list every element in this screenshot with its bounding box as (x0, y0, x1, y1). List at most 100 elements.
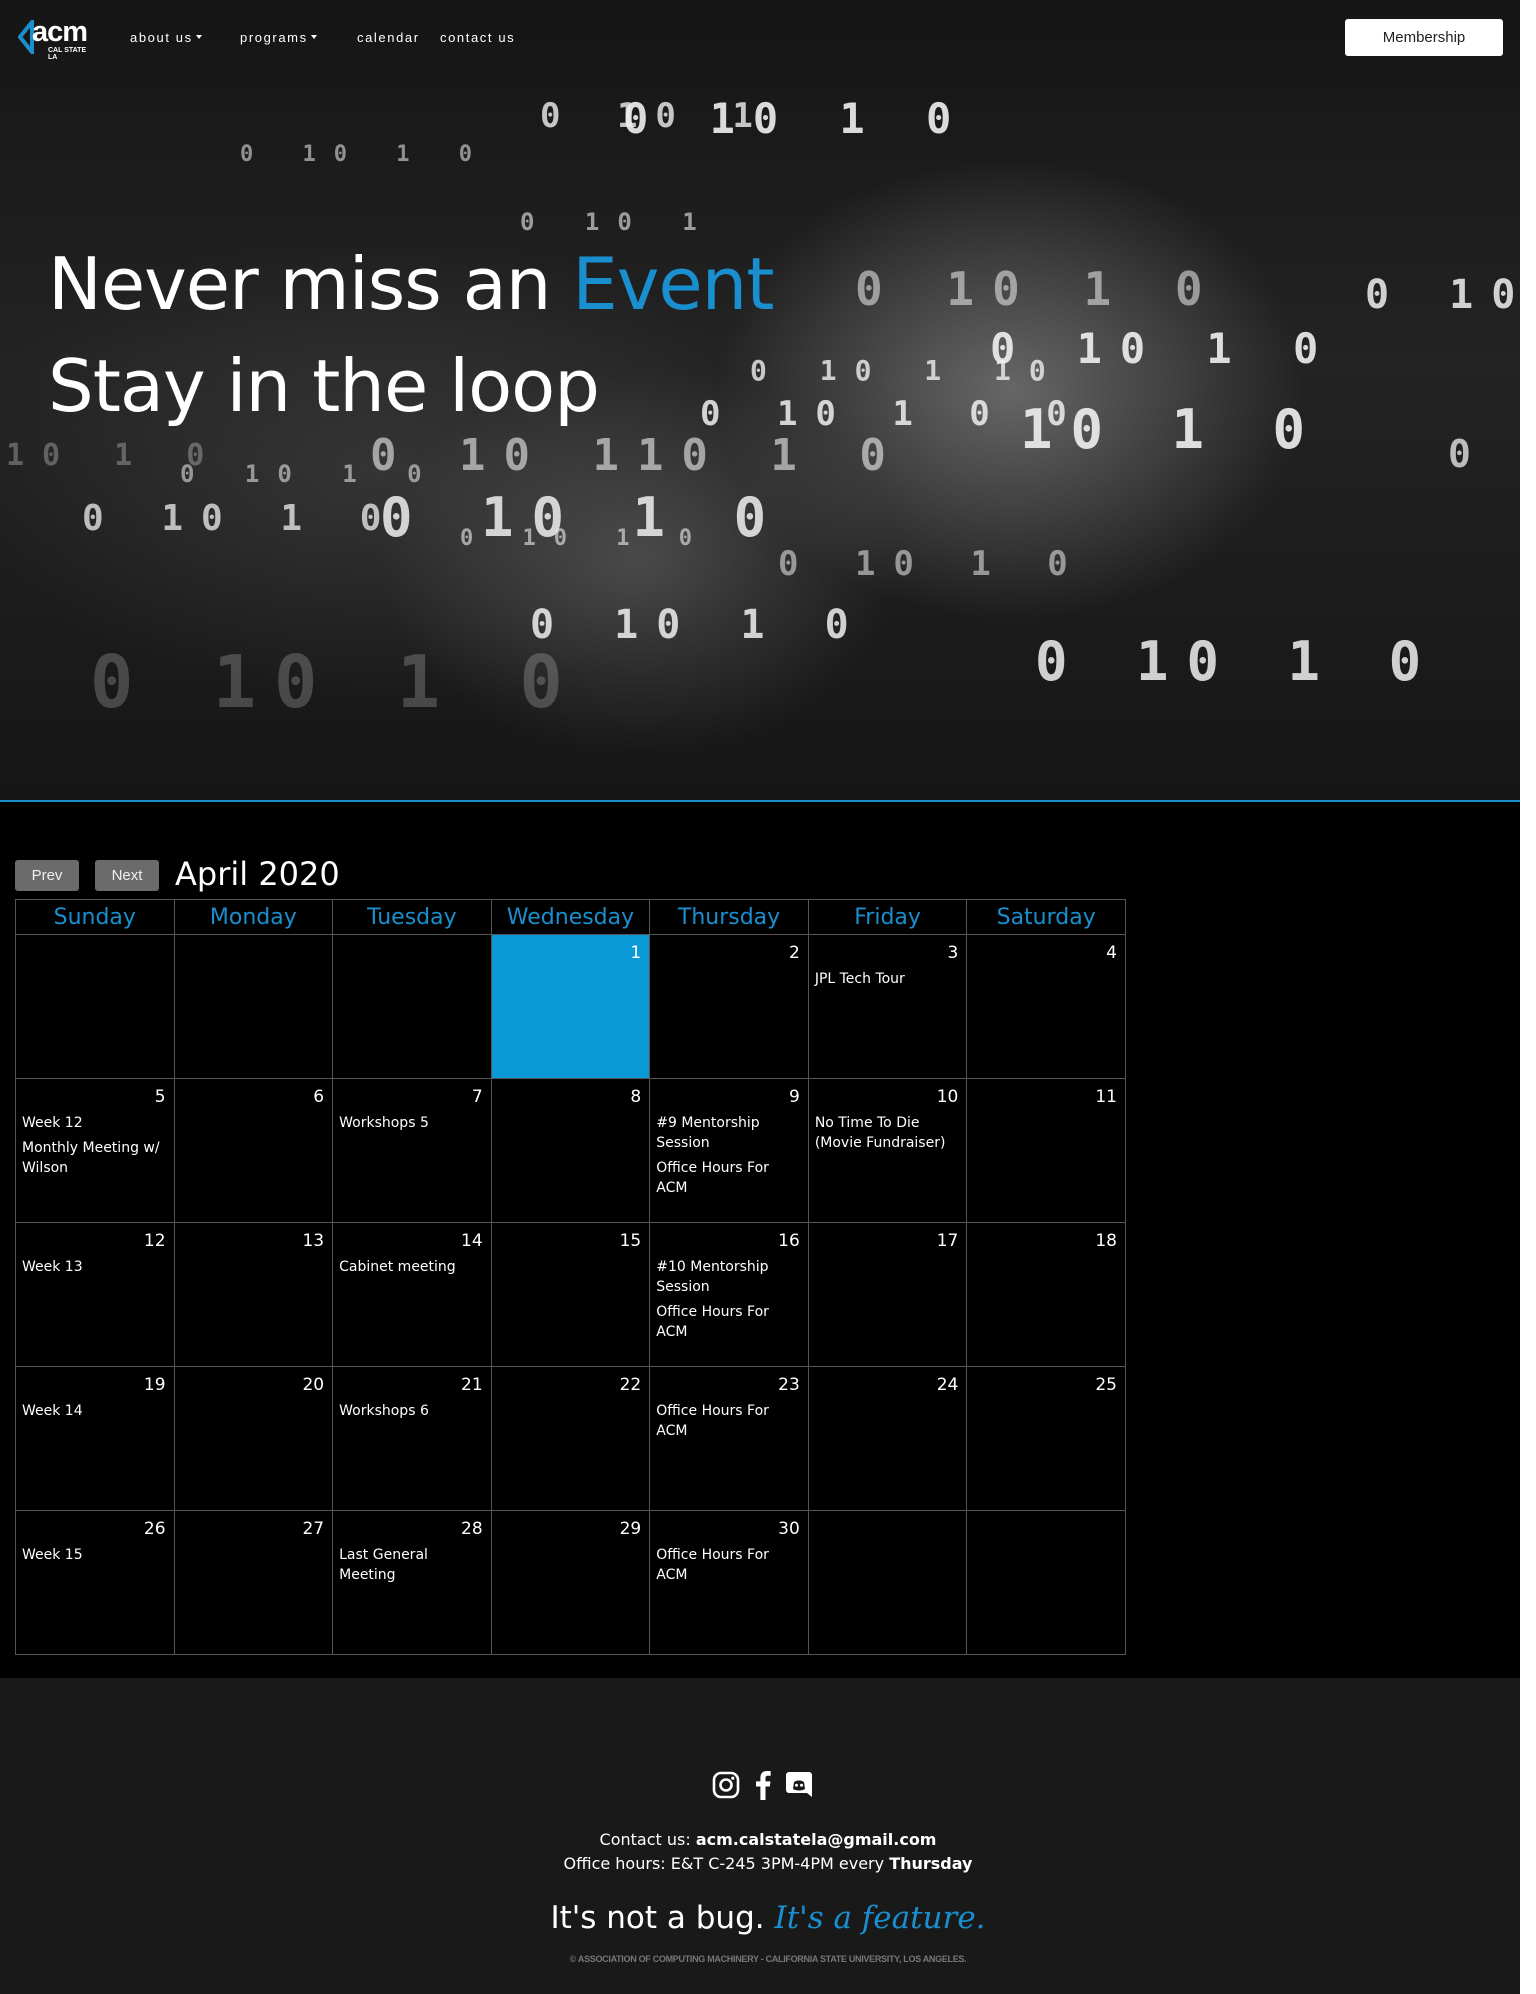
calendar-day-number: 4 (1106, 943, 1117, 963)
calendar-event[interactable]: No Time To Die (Movie Fundraiser) (815, 1113, 963, 1153)
calendar-day-cell[interactable]: 24 (807, 1366, 968, 1511)
calendar-event[interactable]: Week 12 (22, 1113, 170, 1133)
calendar-event[interactable]: Last General Meeting (339, 1545, 487, 1585)
calendar-day-cell[interactable]: 14 Cabinet meeting (332, 1222, 492, 1367)
calendar-event[interactable]: Office Hours For ACM (656, 1302, 804, 1342)
calendar-day-cell[interactable]: 15 (490, 1222, 651, 1367)
calendar-day-cell[interactable]: 22 (490, 1366, 651, 1511)
calendar-event[interactable]: Workshops 6 (339, 1401, 487, 1421)
calendar-event-list: Week 12 Monthly Meeting w/ Wilson (22, 1113, 170, 1183)
weekday-sunday: Sunday (15, 899, 175, 935)
discord-icon[interactable] (784, 1770, 814, 1800)
calendar-day-number: 24 (936, 1375, 959, 1395)
calendar-day-cell[interactable]: 19 Week 14 (15, 1366, 175, 1511)
calendar-day-cell[interactable]: 21 Workshops 6 (332, 1366, 492, 1511)
calendar-event[interactable]: Week 14 (22, 1401, 170, 1421)
binary-decoration: 0 10 (1365, 272, 1520, 318)
calendar-event-list: Workshops 6 (339, 1401, 487, 1426)
scrollbar-track[interactable] (1520, 0, 1536, 1994)
calendar-day-cell[interactable]: 2 (649, 934, 809, 1079)
tagline-accent: It's a feature. (774, 1900, 986, 1936)
calendar-empty-cell (15, 934, 175, 1079)
contact-email-link[interactable]: acm.calstatela@gmail.com (696, 1830, 937, 1849)
calendar-day-number: 3 (947, 943, 959, 963)
calendar-day-cell[interactable]: 3 JPL Tech Tour (807, 934, 968, 1079)
calendar-day-cell[interactable]: 28 Last General Meeting (332, 1510, 492, 1655)
calendar-event[interactable]: Office Hours For ACM (656, 1401, 804, 1441)
calendar-day-cell[interactable]: 18 (966, 1222, 1126, 1367)
calendar-day-number: 21 (461, 1375, 483, 1395)
calendar-event-list: Office Hours For ACM (656, 1545, 804, 1590)
nav-about-us[interactable]: about us (130, 30, 202, 45)
instagram-icon[interactable] (712, 1771, 740, 1799)
caret-down-icon (310, 35, 317, 39)
calendar-day-number: 17 (936, 1231, 959, 1251)
calendar-event[interactable]: #9 Mentorship Session (656, 1113, 804, 1153)
calendar-day-cell[interactable]: 26 Week 15 (15, 1510, 175, 1655)
calendar-day-number: 1 (630, 943, 642, 963)
calendar-week-row: 1 2 3 JPL Tech Tour 4 (15, 934, 1126, 1079)
calendar-day-cell[interactable]: 23 Office Hours For ACM (649, 1366, 809, 1511)
calendar-day-number: 10 (936, 1087, 959, 1107)
calendar-day-cell[interactable]: 8 (490, 1078, 651, 1223)
calendar-day-number: 26 (143, 1519, 166, 1539)
binary-decoration: 0 10 1 0 (1035, 630, 1440, 693)
membership-button[interactable]: Membership (1345, 19, 1503, 56)
next-month-button[interactable]: Next (95, 860, 159, 891)
facebook-icon[interactable] (754, 1770, 772, 1800)
calendar-day-number: 23 (778, 1375, 800, 1395)
calendar-event[interactable]: Cabinet meeting (339, 1257, 487, 1277)
calendar-event[interactable]: #10 Mentorship Session (656, 1257, 804, 1297)
calendar-day-cell[interactable]: 5 Week 12 Monthly Meeting w/ Wilson (15, 1078, 175, 1223)
calendar-day-cell[interactable]: 4 (966, 934, 1126, 1079)
weekday-thursday: Thursday (649, 899, 809, 935)
calendar-day-cell[interactable]: 20 (173, 1366, 334, 1511)
binary-decoration: 0 10 1 0 (778, 544, 1086, 584)
calendar-day-number: 28 (461, 1519, 483, 1539)
binary-decoration: 0 10 1 0 (240, 142, 490, 167)
binary-decoration: 0 10 1 0 (90, 640, 581, 724)
calendar-event-list: Last General Meeting (339, 1545, 487, 1590)
calendar-event[interactable]: Monthly Meeting w/ Wilson (22, 1138, 170, 1178)
weekday-tuesday: Tuesday (332, 899, 492, 935)
calendar-event[interactable]: Week 15 (22, 1545, 170, 1565)
social-links (712, 1768, 816, 1802)
calendar-day-cell[interactable]: 11 (966, 1078, 1126, 1223)
calendar-day-cell[interactable]: 17 (807, 1222, 968, 1367)
calendar-day-cell[interactable]: 7 Workshops 5 (332, 1078, 492, 1223)
binary-decoration: 10 1 0 (1020, 398, 1324, 461)
calendar-week-row: 12 Week 13 13 14 Cabinet meeting 15 16 #10 Ment… (15, 1222, 1126, 1367)
calendar-day-cell[interactable]: 25 (966, 1366, 1126, 1511)
calendar-day-cell[interactable]: 10 No Time To Die (Movie Fundraiser) (807, 1078, 968, 1223)
calendar-day-cell[interactable]: 1 (490, 934, 651, 1079)
nav-programs[interactable]: programs (240, 30, 317, 45)
hero-banner: 0 10 1 0 10 1 0 0 10 1 0 0 10 1 0 10 1 0… (0, 0, 1520, 800)
nav-contact-us[interactable]: contact us (440, 30, 515, 45)
calendar-event[interactable]: Week 13 (22, 1257, 170, 1277)
calendar-event[interactable]: Office Hours For ACM (656, 1545, 804, 1585)
hero-divider (0, 800, 1520, 802)
calendar-day-cell[interactable]: 12 Week 13 (15, 1222, 175, 1367)
calendar-event[interactable]: JPL Tech Tour (815, 969, 963, 989)
binary-decoration: 0 10 1 10 (750, 354, 1064, 387)
calendar-day-number: 25 (1095, 1375, 1117, 1395)
calendar-day-cell[interactable]: 9 #9 Mentorship Session Office Hours For A… (649, 1078, 809, 1223)
binary-decoration: 0 10 110 1 0 (370, 430, 904, 481)
prev-month-button[interactable]: Prev (15, 860, 79, 891)
calendar-day-cell[interactable]: 30 Office Hours For ACM (649, 1510, 809, 1655)
weekday-header-row: Sunday Monday Tuesday Wednesday Thursday… (15, 899, 1126, 935)
calendar-event-list: No Time To Die (Movie Fundraiser) (815, 1113, 963, 1158)
acm-logo[interactable]: acm CAL STATE LA (18, 16, 96, 61)
calendar-day-number: 22 (619, 1375, 642, 1395)
calendar-grid: Sunday Monday Tuesday Wednesday Thursday… (15, 899, 1126, 1655)
calendar-event[interactable]: Workshops 5 (339, 1113, 487, 1133)
nav-calendar[interactable]: calendar (357, 30, 420, 45)
calendar-day-cell[interactable]: 27 (173, 1510, 334, 1655)
calendar-event-list: #10 Mentorship Session Office Hours For A… (656, 1257, 804, 1347)
calendar-day-cell[interactable]: 6 (173, 1078, 334, 1223)
calendar-event[interactable]: Office Hours For ACM (656, 1158, 804, 1198)
calendar-day-cell[interactable]: 13 (173, 1222, 334, 1367)
calendar-day-cell[interactable]: 16 #10 Mentorship Session Office Hours For… (649, 1222, 809, 1367)
binary-decoration: 0 10 1 (520, 208, 715, 236)
calendar-day-cell[interactable]: 29 (490, 1510, 651, 1655)
